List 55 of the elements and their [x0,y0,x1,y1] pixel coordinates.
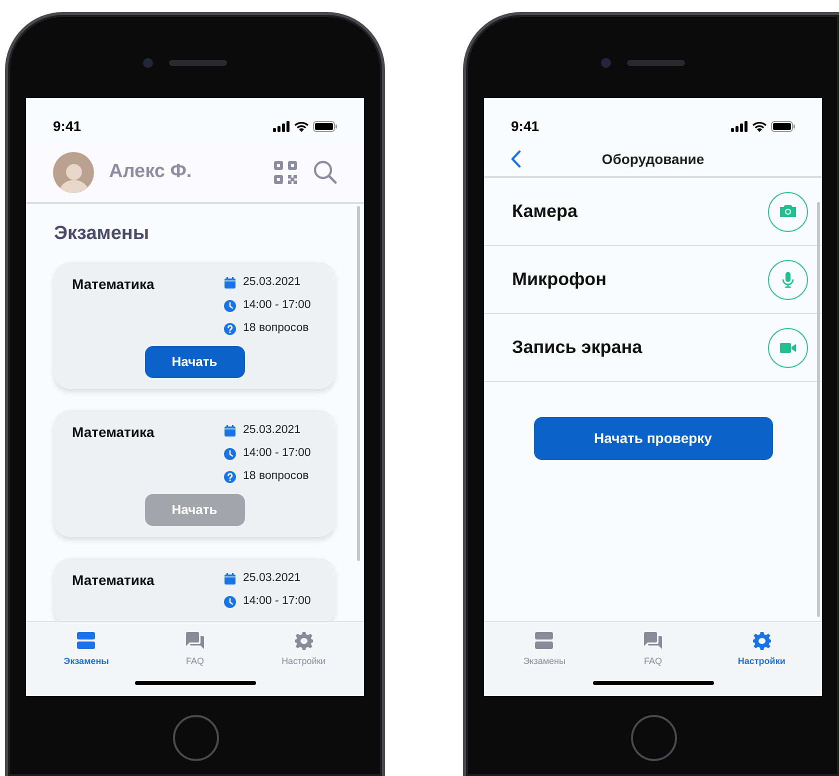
speaker-grille [169,60,227,66]
screen-title: Оборудование [602,150,704,169]
start-check-button[interactable]: Начать проверку [534,417,772,460]
stacked-cards-icon [535,632,554,650]
front-camera [601,58,611,68]
stacked-cards-icon [77,632,96,650]
exam-detail: 25.03.2021 [243,571,301,586]
start-button[interactable]: Начать [144,346,244,378]
exam-detail: 18 вопросов [243,321,309,336]
exam-subject: Математика [72,274,154,294]
status-time: 9:41 [53,116,82,136]
back-chevron-icon[interactable] [511,150,521,168]
clock-icon [224,448,236,460]
search-icon[interactable] [313,160,337,184]
clock-icon [224,300,236,312]
calendar-icon [224,573,236,585]
signal-icon [731,120,748,132]
tab-bar-item[interactable]: FAQ [154,632,235,668]
signal-icon [273,120,290,132]
tab-bar-item[interactable]: Настройки [722,632,802,668]
battery-icon [313,120,337,132]
settings-icon [752,632,771,650]
settings-icon [294,632,313,650]
tab-bar-item[interactable]: Экзамены [504,632,584,668]
start-button: Начать [144,494,244,526]
section-title: Экзамены [54,222,150,246]
wifi-icon [752,120,767,132]
calendar-icon [224,277,236,289]
exam-detail: 14:00 - 17:00 [243,594,311,610]
device-row[interactable]: Камера [484,178,822,246]
device-row[interactable]: Запись экрана [484,314,822,382]
exam-subject: Математика [72,422,154,442]
exam-detail: 14:00 - 17:00 [243,298,311,314]
speaker-grille [627,60,685,66]
calendar-icon [224,425,236,437]
wifi-icon [294,120,309,132]
exam-detail: 14:00 - 17:00 [243,446,311,462]
clock-icon [224,596,236,608]
question-icon [224,323,236,335]
exam-detail: 25.03.2021 [243,275,301,290]
qr-code-icon[interactable] [274,160,297,184]
chat-bubbles-icon [644,632,662,650]
exam-subject: Математика [72,570,154,590]
battery-icon [771,120,795,132]
exam-detail: 18 вопросов [243,469,309,484]
tab-bar-item[interactable]: Настройки [264,632,344,668]
front-camera [143,58,153,68]
user-name: Алекс Ф. [109,160,193,184]
question-icon [224,471,236,483]
tab-bar-item[interactable]: Экзамены [46,632,126,668]
exam-detail: 25.03.2021 [243,423,301,438]
device-row[interactable]: Микрофон [484,246,822,314]
status-time: 9:41 [511,116,540,136]
chat-bubbles-icon [186,632,204,650]
tab-bar-item[interactable]: FAQ [612,632,693,668]
